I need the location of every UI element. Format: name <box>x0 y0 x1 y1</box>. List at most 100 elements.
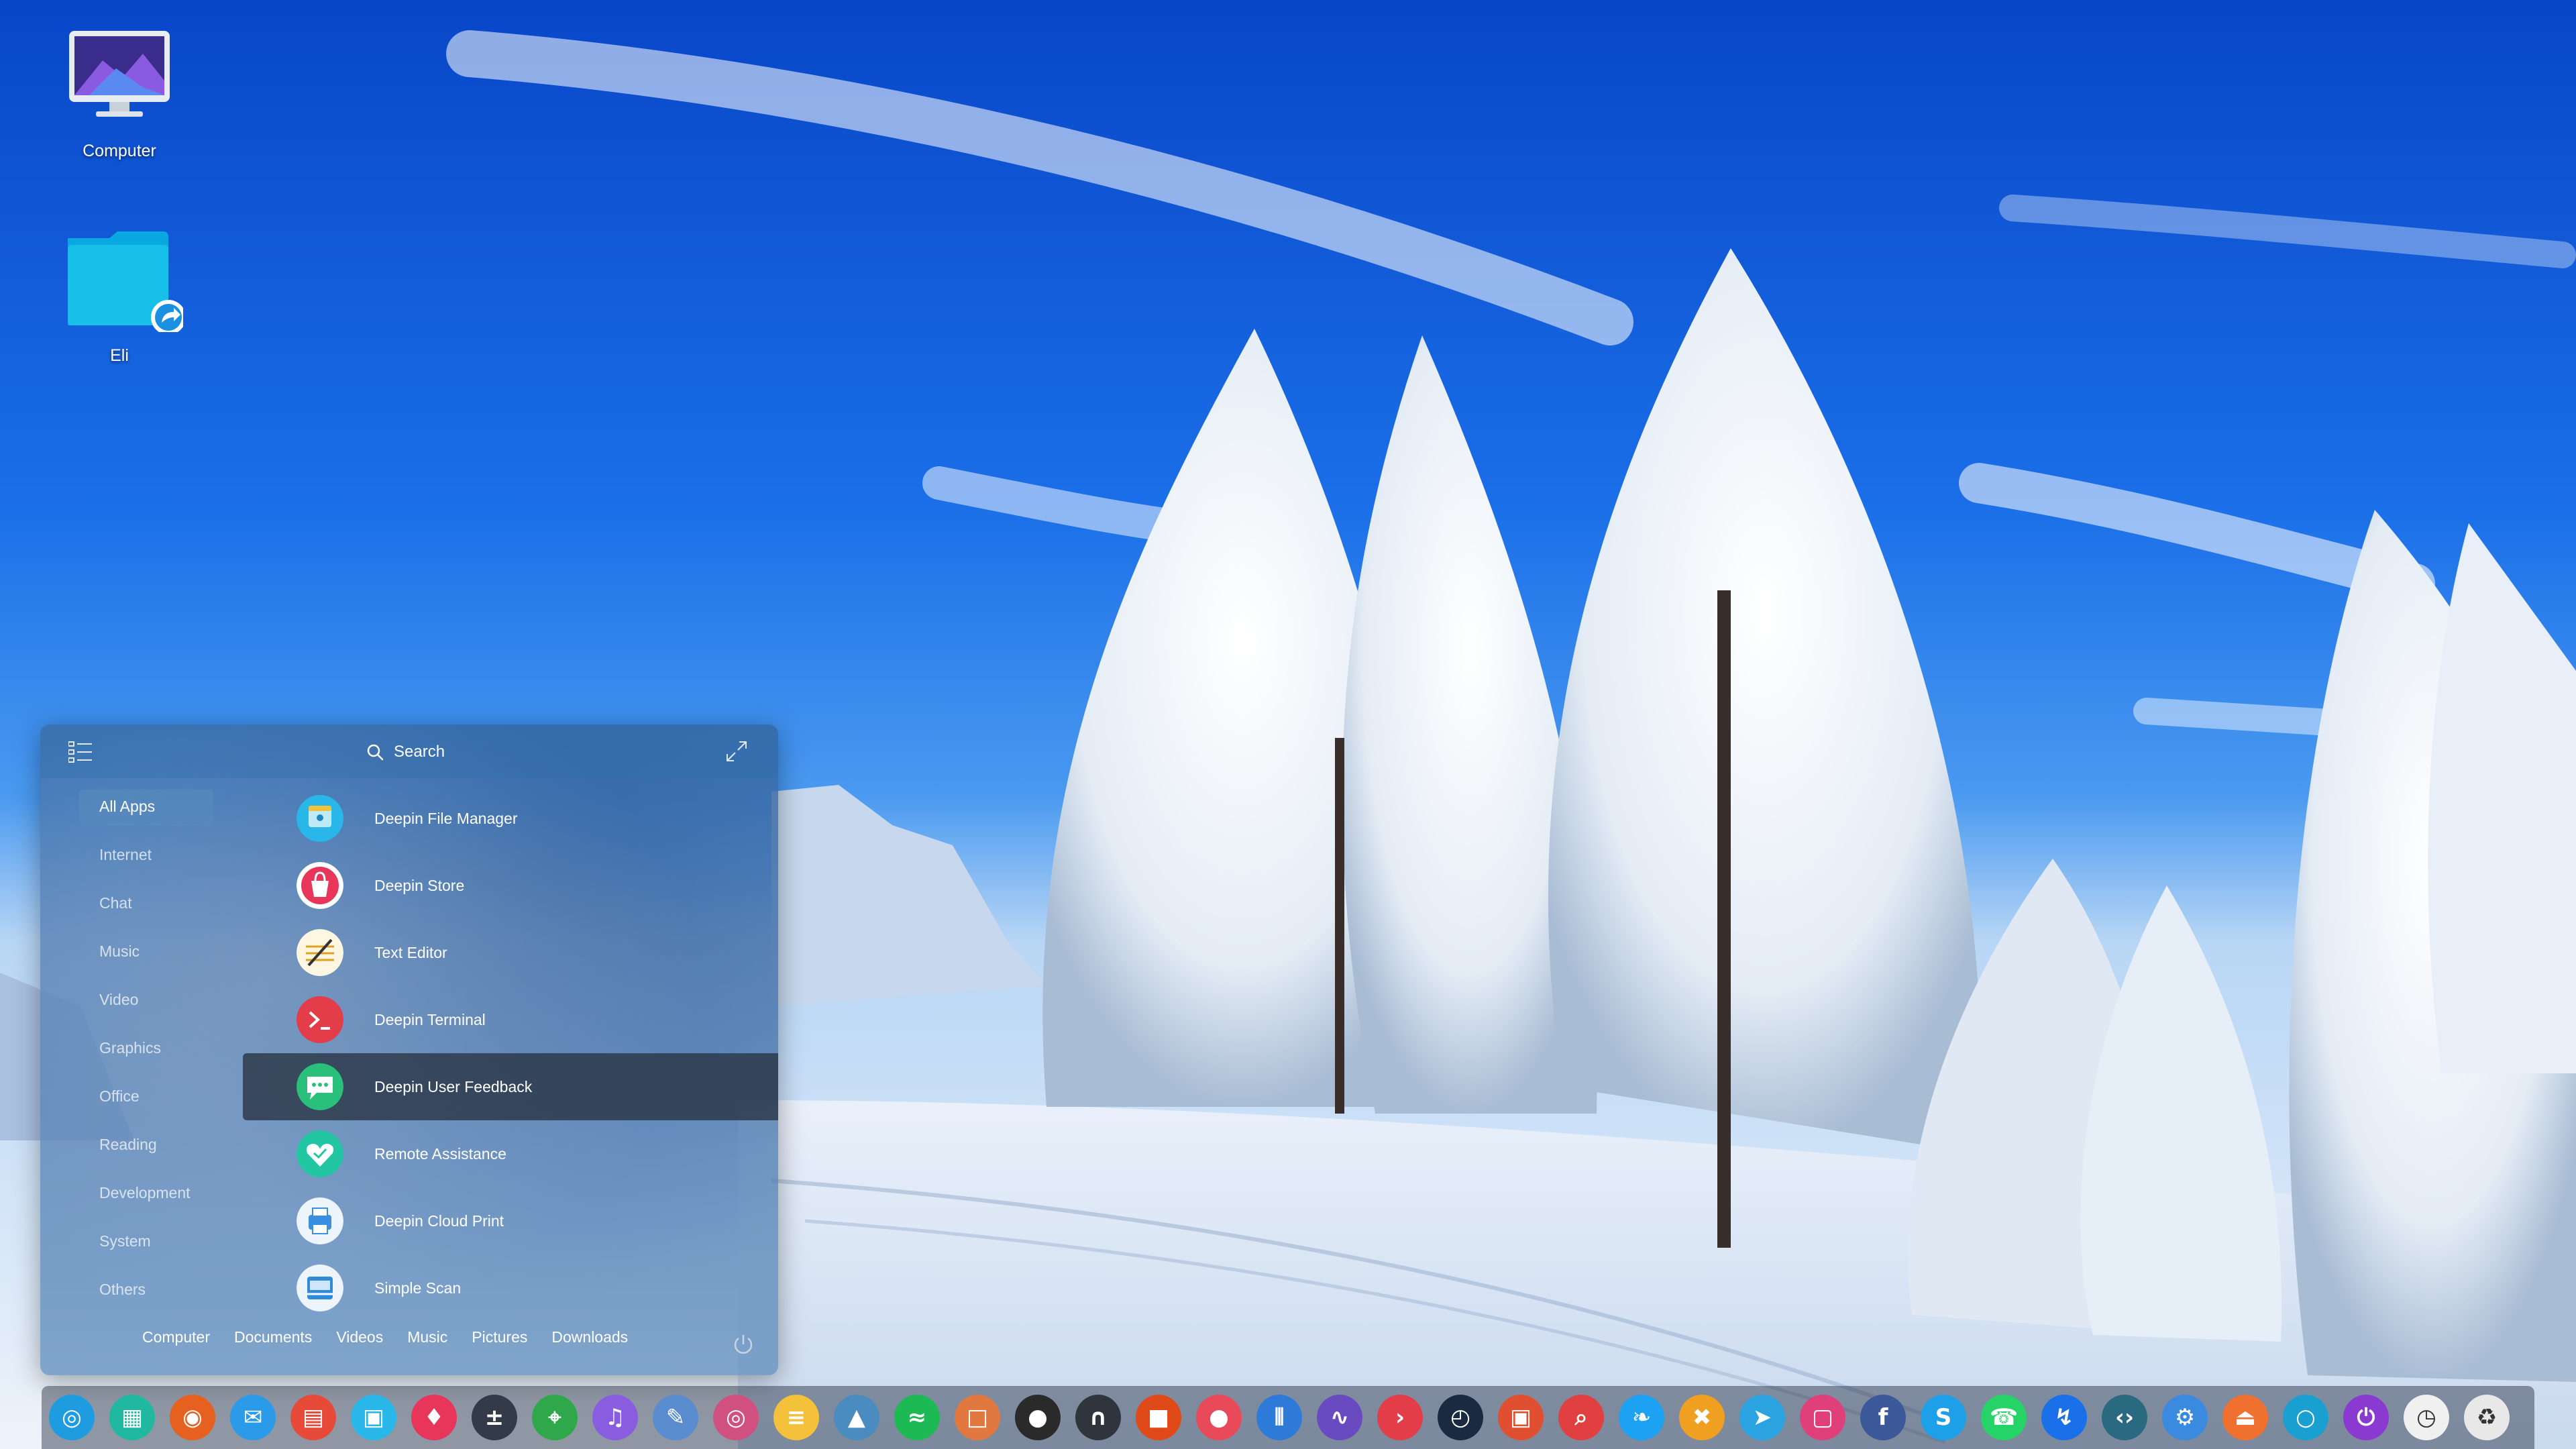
skype-icon: S <box>1921 1395 1966 1440</box>
dock-item[interactable]: ‹› <box>2094 1386 2155 1449</box>
shortcut-music[interactable]: Music <box>407 1328 447 1346</box>
dock-item[interactable]: S <box>1913 1386 1974 1449</box>
app-name: Deepin Terminal <box>374 1010 486 1028</box>
app-name: Text Editor <box>374 943 447 961</box>
dock-item[interactable]: ▣ <box>1491 1386 1551 1449</box>
dock-item[interactable]: ➤ <box>1732 1386 1792 1449</box>
app-item-text-editor[interactable]: Text Editor <box>243 919 778 986</box>
dock-item[interactable]: ⌕ <box>1551 1386 1611 1449</box>
dock-item[interactable]: ⏻ <box>2336 1386 2396 1449</box>
category-view-toggle-icon[interactable] <box>68 741 93 763</box>
dock-item[interactable]: ☎ <box>1974 1386 2034 1449</box>
shortcut-videos[interactable]: Videos <box>336 1328 383 1346</box>
desktop-icon-computer[interactable]: Computer <box>52 27 186 161</box>
app-name: Deepin File Manager <box>374 809 518 827</box>
category-all-apps[interactable]: All Apps <box>79 790 213 826</box>
messenger-icon: ↯ <box>2041 1395 2087 1440</box>
dock-item[interactable]: ● <box>1008 1386 1068 1449</box>
terminal-icon: › <box>1377 1395 1423 1440</box>
cd-icon: ○ <box>2283 1395 2328 1440</box>
category-system[interactable]: System <box>79 1224 213 1273</box>
category-internet[interactable]: Internet <box>79 838 213 886</box>
category-chat[interactable]: Chat <box>79 886 213 934</box>
app-name: Remote Assistance <box>374 1144 506 1163</box>
dock-item[interactable]: ⌖ <box>525 1386 585 1449</box>
dock-item[interactable]: ✖ <box>1672 1386 1732 1449</box>
dock-item[interactable]: ● <box>1189 1386 1249 1449</box>
dock-item[interactable]: ▲ <box>826 1386 887 1449</box>
dock-item[interactable]: ♻ <box>2457 1386 2517 1449</box>
settings-icon: ⚙ <box>2162 1395 2208 1440</box>
dock-item[interactable]: ✎ <box>645 1386 706 1449</box>
folder-link-icon <box>68 231 186 335</box>
category-office[interactable]: Office <box>79 1079 213 1128</box>
dock-item[interactable]: ⫴ <box>1249 1386 1309 1449</box>
search-input[interactable]: Search <box>366 739 445 765</box>
dock-item[interactable]: ⏏ <box>2215 1386 2275 1449</box>
dock-icon-row: ◎ ▦ ◉ ✉ ▤ ▣ ♦ ± ⌖ ♫ ✎ ◎ ≡ ▲ ≈ □ ● ∩ ■ ● ⫴ ∿ › ◴ ▣ ⌕ ❧ ✖ ➤ ▢ f S ☎ ↯ ‹› ⚙ ⏏ ○ ⏻… <box>42 1386 2517 1449</box>
dock-item[interactable]: ◴ <box>1430 1386 1491 1449</box>
dock-item[interactable]: f <box>1853 1386 1913 1449</box>
app-item-simple-scan[interactable]: Simple Scan <box>243 1254 778 1322</box>
shortcut-computer[interactable]: Computer <box>142 1328 210 1346</box>
category-others[interactable]: Others <box>79 1273 213 1321</box>
sound-wave-icon: ∿ <box>1317 1395 1362 1440</box>
cloud-print-icon <box>297 1197 343 1244</box>
dock-item[interactable]: ❧ <box>1611 1386 1672 1449</box>
dock-item[interactable]: ♦ <box>404 1386 464 1449</box>
fullscreen-expand-icon[interactable] <box>724 739 749 763</box>
category-development[interactable]: Development <box>79 1176 213 1224</box>
dock-item[interactable]: ▣ <box>343 1386 404 1449</box>
app-item-deepin-file-manager[interactable]: Deepin File Manager <box>243 785 778 852</box>
dock-item[interactable]: ≡ <box>766 1386 826 1449</box>
photos-icon: □ <box>955 1395 1000 1440</box>
dock-item[interactable]: ⚙ <box>2155 1386 2215 1449</box>
shortcut-documents[interactable]: Documents <box>234 1328 312 1346</box>
dock-item[interactable]: ∩ <box>1068 1386 1128 1449</box>
dock-item[interactable]: □ <box>947 1386 1008 1449</box>
dock-item[interactable]: ▦ <box>102 1386 162 1449</box>
shortcut-pictures[interactable]: Pictures <box>472 1328 527 1346</box>
app-item-deepin-terminal[interactable]: Deepin Terminal <box>243 986 778 1053</box>
dock-item[interactable]: ± <box>464 1386 525 1449</box>
dock-item[interactable]: ◷ <box>2396 1386 2457 1449</box>
feedback-icon <box>297 1063 343 1110</box>
dock-item[interactable]: ▢ <box>1792 1386 1853 1449</box>
dock-item[interactable]: ◎ <box>706 1386 766 1449</box>
computer-icon <box>69 31 170 117</box>
app-item-remote-assistance[interactable]: Remote Assistance <box>243 1120 778 1187</box>
dock-item[interactable]: ◉ <box>162 1386 223 1449</box>
dock-item[interactable]: ▤ <box>283 1386 343 1449</box>
desktop-icon-eli-folder[interactable]: Eli <box>52 225 186 366</box>
dock-item[interactable]: ≈ <box>887 1386 947 1449</box>
category-reading[interactable]: Reading <box>79 1128 213 1176</box>
draw-icon: ✎ <box>653 1395 698 1440</box>
xbox-icon: ✖ <box>1679 1395 1725 1440</box>
dock-item[interactable]: ✉ <box>223 1386 283 1449</box>
category-music[interactable]: Music <box>79 934 213 983</box>
dock-item[interactable]: ■ <box>1128 1386 1189 1449</box>
dock-item[interactable]: › <box>1370 1386 1430 1449</box>
dock-item[interactable]: ↯ <box>2034 1386 2094 1449</box>
dock-item[interactable]: ○ <box>2275 1386 2336 1449</box>
power-icon[interactable] <box>731 1332 755 1356</box>
app-launcher: Search All Apps Internet Chat Music Vide… <box>40 724 778 1375</box>
shortcut-downloads[interactable]: Downloads <box>551 1328 628 1346</box>
file-manager-icon <box>297 795 343 842</box>
maps-icon: ⌖ <box>532 1395 578 1440</box>
dock-item[interactable]: ◎ <box>42 1386 102 1449</box>
twitter-icon: ❧ <box>1619 1395 1664 1440</box>
app-item-deepin-cloud-print[interactable]: Deepin Cloud Print <box>243 1187 778 1254</box>
calculator-icon: ± <box>472 1395 517 1440</box>
folder-shortcuts: Computer Documents Videos Music Pictures… <box>142 1328 652 1346</box>
category-graphics[interactable]: Graphics <box>79 1031 213 1079</box>
telegram-icon: ➤ <box>1739 1395 1785 1440</box>
eject-icon: ⏏ <box>2222 1395 2268 1440</box>
category-list: All Apps Internet Chat Music Video Graph… <box>79 790 213 1321</box>
dock-item[interactable]: ∿ <box>1309 1386 1370 1449</box>
firefox-icon: ◉ <box>170 1395 215 1440</box>
app-item-deepin-user-feedback[interactable]: Deepin User Feedback <box>243 1053 778 1120</box>
dock-item[interactable]: ♫ <box>585 1386 645 1449</box>
category-video[interactable]: Video <box>79 983 213 1031</box>
app-item-deepin-store[interactable]: Deepin Store <box>243 852 778 919</box>
